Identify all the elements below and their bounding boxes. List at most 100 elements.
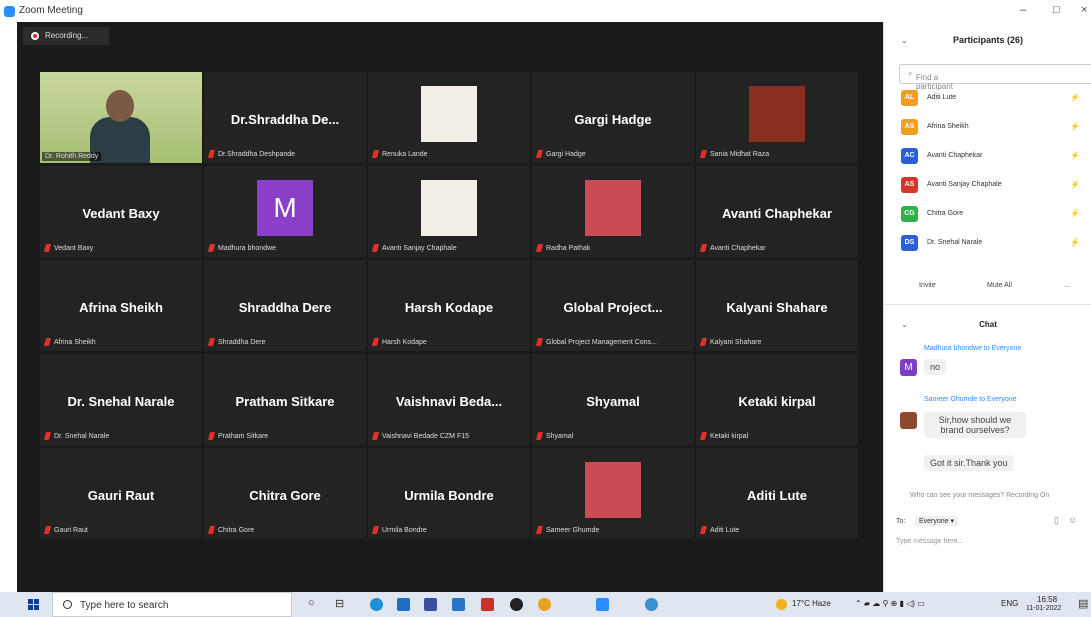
clock-time[interactable]: 16:58: [1037, 595, 1057, 604]
video-tile[interactable]: Ketaki kirpal Ketaki kirpal: [696, 354, 858, 445]
mute-all-button[interactable]: Mute All: [987, 282, 1012, 289]
avatar: [900, 412, 917, 429]
participant-display-name: Afrina Sheikh: [79, 300, 163, 315]
chat-input[interactable]: Type message here...: [896, 538, 963, 545]
video-tile[interactable]: Sania Midhat Raza: [696, 72, 858, 163]
tile-footer: Madhura bhondwe: [207, 244, 276, 252]
video-tile[interactable]: Gauri Raut Gauri Raut: [40, 448, 202, 539]
video-tile[interactable]: Afrina Sheikh Afrina Sheikh: [40, 260, 202, 351]
windows-start-icon[interactable]: [28, 599, 39, 610]
video-tile[interactable]: Shraddha Dere Shraddha Dere: [204, 260, 366, 351]
video-tile[interactable]: Dr. Rohith Reddy: [40, 72, 202, 163]
recipient-select[interactable]: Everyone ▾: [915, 516, 959, 526]
muted-mic-icon: [535, 338, 544, 346]
tile-footer: Aditi Lute: [699, 526, 739, 534]
chrome-icon[interactable]: [538, 598, 551, 611]
video-tile[interactable]: Pratham Sitkare Pratham Sitkare: [204, 354, 366, 445]
zoom-taskbar-icon[interactable]: [596, 598, 609, 611]
teams-icon[interactable]: [424, 598, 437, 611]
video-tile[interactable]: Aditi Lute Aditi Lute: [696, 448, 858, 539]
muted-mic-icon: ⚡: [1070, 209, 1080, 218]
video-tile[interactable]: Global Project... Global Project Manageme…: [532, 260, 694, 351]
search-icon: [63, 600, 72, 609]
participant-display-name: Kalyani Shahare: [726, 300, 828, 315]
emoji-icon[interactable]: ☺: [1068, 515, 1077, 525]
more-button[interactable]: ...: [1064, 282, 1070, 289]
video-tile[interactable]: Avanti Sanjay Chaphale: [368, 166, 530, 257]
video-tile[interactable]: Dr. Snehal Narale Dr. Snehal Narale: [40, 354, 202, 445]
muted-mic-icon: [699, 150, 708, 158]
participant-display-name: Ketaki kirpal: [738, 394, 816, 409]
chat-message: Got it sir.Thank you: [924, 455, 1014, 471]
weather-icon: [776, 599, 787, 610]
video-tile[interactable]: Dr.Shraddha De... Dr.Shraddha Deshpande: [204, 72, 366, 163]
participant-name-label: Urmila Bondre: [382, 526, 427, 534]
tile-footer: Vedant Baxy: [43, 244, 93, 252]
taskbar-search-placeholder: Type here to search: [80, 600, 169, 611]
video-tile[interactable]: Shyamal Shyamal: [532, 354, 694, 445]
clock-date[interactable]: 11-01-2022: [1026, 605, 1061, 612]
video-tile[interactable]: Sameer Ghumde: [532, 448, 694, 539]
maximize-button[interactable]: □: [1053, 4, 1060, 16]
video-tile[interactable]: Chitra Gore Chitra Gore: [204, 448, 366, 539]
participant-avatar: M: [257, 180, 313, 236]
tile-footer: Renuka Lande: [371, 150, 428, 158]
task-view-icon[interactable]: ⊟: [335, 597, 344, 610]
minimize-button[interactable]: –: [1020, 4, 1026, 16]
invite-button[interactable]: Invite: [919, 282, 936, 289]
side-panel: ⌄ Participants (26) ⌕ Find a participant…: [883, 22, 1091, 592]
participant-name-label: Chitra Gore: [218, 526, 255, 534]
recording-label: Recording...: [45, 31, 89, 40]
video-tile[interactable]: Renuka Lande: [368, 72, 530, 163]
store-icon[interactable]: [452, 598, 465, 611]
edge-icon[interactable]: [370, 598, 383, 611]
video-tile[interactable]: Urmila Bondre Urmila Bondre: [368, 448, 530, 539]
video-tile[interactable]: Vedant Baxy Vedant Baxy: [40, 166, 202, 257]
language-indicator[interactable]: ENG: [1001, 599, 1018, 608]
video-tile[interactable]: Kalyani Shahare Kalyani Shahare: [696, 260, 858, 351]
participant-row[interactable]: CG Chitra Gore ⚡: [901, 204, 1091, 226]
video-tile[interactable]: Radha Pathak: [532, 166, 694, 257]
mail-icon[interactable]: [397, 598, 410, 611]
notification-icon[interactable]: ▤: [1078, 597, 1088, 610]
video-tile[interactable]: Harsh Kodape Harsh Kodape: [368, 260, 530, 351]
tile-footer: Afrina Sheikh: [43, 338, 96, 346]
tile-footer: Global Project Management Cons...: [535, 338, 657, 346]
participant-row[interactable]: AS Afrina Sheikh ⚡: [901, 117, 1091, 139]
chat-sender: Madhura bhondwe to Everyone: [924, 345, 1022, 352]
chat-sender: Sameer Ghumde to Everyone: [924, 396, 1017, 403]
participant-row[interactable]: AS Avanti Sanjay Chaphale ⚡: [901, 175, 1091, 197]
muted-mic-icon: ⚡: [1070, 180, 1080, 189]
search-placeholder: ⌕ Find a participant: [908, 69, 953, 91]
tile-footer: Avanti Chaphekar: [699, 244, 766, 252]
tray-icons[interactable]: ⌃ ▰ ☁ ⚲ ⊕ ▮ ◁) ▭: [855, 599, 925, 608]
participant-profile-photo: [421, 180, 477, 236]
message-visibility-note[interactable]: Who can see your messages? Recording On: [910, 492, 1049, 499]
recording-indicator[interactable]: Recording...: [23, 27, 109, 45]
participant-name-label: Shraddha Dere: [218, 338, 266, 346]
participant-row[interactable]: AL Aditi Lute ⚡: [901, 88, 1091, 110]
record-icon: [31, 32, 39, 40]
participant-row[interactable]: DS Dr. Snehal Narale ⚡: [901, 233, 1091, 255]
video-tile[interactable]: Gargi Hadge Gargi Hadge: [532, 72, 694, 163]
weather-text[interactable]: 17°C Haze: [792, 599, 831, 608]
file-icon[interactable]: ▯: [1054, 515, 1059, 526]
muted-mic-icon: [371, 526, 380, 534]
participant-name-label: Sameer Ghumde: [546, 526, 600, 534]
muted-mic-icon: ⚡: [1070, 93, 1080, 102]
video-tile[interactable]: Avanti Chaphekar Avanti Chaphekar: [696, 166, 858, 257]
close-button[interactable]: ×: [1081, 4, 1087, 16]
cortana-icon[interactable]: ○: [308, 597, 315, 609]
participant-search-input[interactable]: ⌕ Find a participant: [899, 64, 1091, 91]
muted-mic-icon: [43, 526, 52, 534]
app-icon[interactable]: [645, 598, 658, 611]
participant-name-label: Kalyani Shahare: [710, 338, 762, 346]
video-tile[interactable]: M Madhura bhondwe: [204, 166, 366, 257]
obs-icon[interactable]: [510, 598, 523, 611]
avatar: CG: [901, 206, 918, 222]
participant-row[interactable]: AC Avanti Chaphekar ⚡: [901, 146, 1091, 168]
taskbar-search-input[interactable]: Type here to search: [52, 592, 292, 617]
video-tile[interactable]: Vaishnavi Beda... Vaishnavi Bedade CZM F1…: [368, 354, 530, 445]
office-icon[interactable]: [481, 598, 494, 611]
tile-footer: Shyamal: [535, 432, 573, 440]
